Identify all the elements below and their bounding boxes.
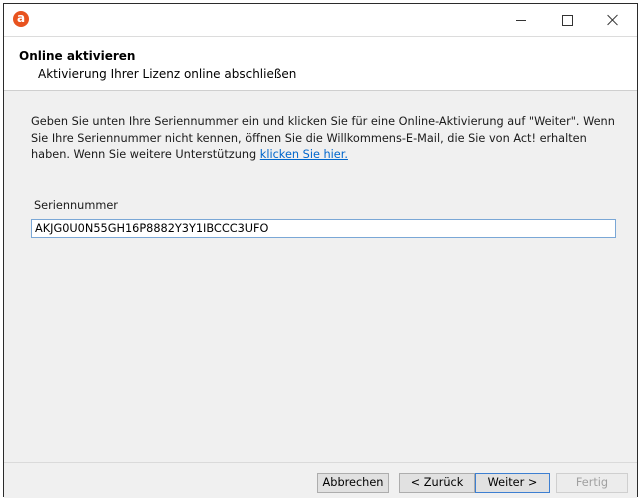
minimize-icon — [516, 19, 526, 21]
maximize-icon — [561, 14, 573, 26]
close-icon — [607, 14, 619, 26]
wizard-header: Online aktivieren Aktivierung Ihrer Lize… — [4, 36, 637, 91]
instruction-text: Geben Sie unten Ihre Seriennummer ein un… — [31, 114, 616, 164]
finish-button[interactable]: Fertig — [556, 473, 628, 493]
activation-dialog: a Online aktivieren Aktivierung Ihrer Li… — [3, 3, 638, 498]
serial-input[interactable] — [31, 219, 616, 238]
minimize-button[interactable] — [498, 4, 544, 36]
act-logo-icon: a — [13, 11, 29, 27]
cancel-button[interactable]: Abbrechen — [317, 473, 389, 493]
serial-label: Seriennummer — [34, 199, 118, 212]
title-bar: a — [4, 4, 637, 36]
button-bar: Abbrechen < Zurück Weiter > Fertig — [4, 462, 637, 498]
page-title: Online aktivieren — [19, 49, 136, 63]
next-button[interactable]: Weiter > — [475, 473, 550, 493]
page-subtitle: Aktivierung Ihrer Lizenz online abschlie… — [38, 67, 297, 81]
maximize-button[interactable] — [544, 4, 590, 36]
help-link[interactable]: klicken Sie hier. — [260, 148, 348, 161]
close-button[interactable] — [590, 4, 636, 36]
back-button[interactable]: < Zurück — [399, 473, 475, 493]
